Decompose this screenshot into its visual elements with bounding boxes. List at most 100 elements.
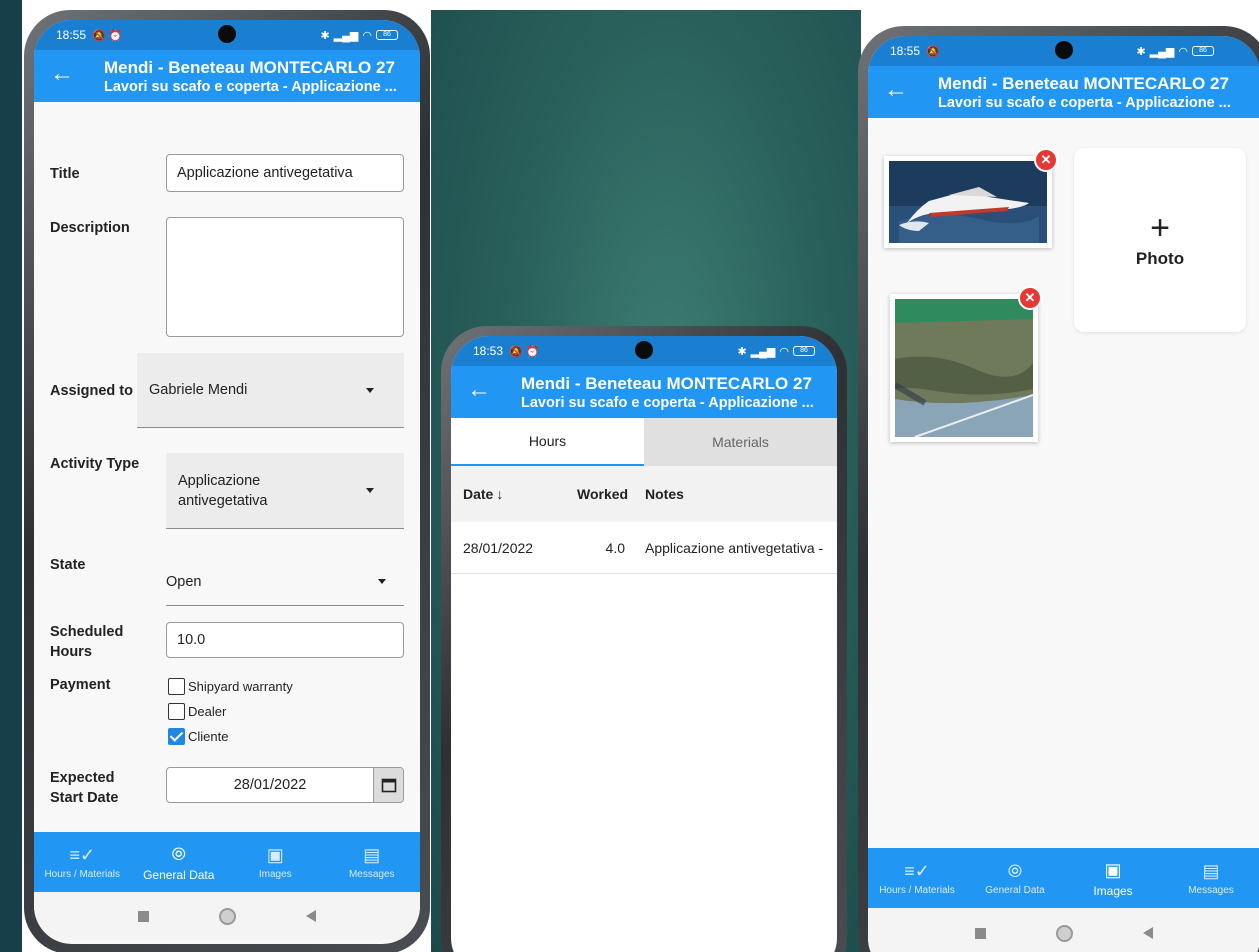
app-bar-title: Mendi - Beneteau MONTECARLO 27	[104, 58, 395, 77]
wifi-icon: ◠	[1178, 45, 1188, 58]
nav-label: General Data	[985, 885, 1045, 896]
nav-hours-materials[interactable]: ≡✓ Hours / Materials	[868, 848, 966, 908]
status-icons: ✱ ▂▄▆ ◠ 86	[737, 345, 815, 358]
column-worked: Worked	[577, 486, 629, 502]
payment-option-cliente[interactable]: Cliente	[168, 728, 228, 745]
recents-icon[interactable]	[138, 910, 149, 922]
back-arrow-icon[interactable]: ←	[467, 378, 491, 402]
image-icon: ▣	[1104, 859, 1122, 880]
title-input-value: Applicazione antivegetativa	[177, 165, 353, 181]
app-bar-subtitle: Lavori su scafo e coperta - Applicazione…	[521, 395, 814, 411]
back-arrow-icon[interactable]: ←	[50, 62, 74, 86]
nav-general-data[interactable]: ⦾ General Data	[966, 848, 1064, 908]
nav-label: General Data	[143, 867, 215, 882]
battery-icon: 86	[1192, 46, 1214, 56]
nav-label: Hours / Materials	[44, 869, 121, 880]
nav-messages[interactable]: ▤ Messages	[324, 832, 421, 892]
start-date-input[interactable]: 28/01/2022	[166, 767, 404, 803]
signal-icon: ▂▄▆	[750, 345, 776, 358]
bluetooth-icon: ✱	[1136, 45, 1146, 58]
caret-down-icon	[366, 387, 374, 393]
checklist-icon: ≡✓	[69, 845, 96, 865]
system-back-icon[interactable]	[306, 910, 316, 922]
scheduled-label-line1: Scheduled	[50, 624, 124, 640]
description-textarea[interactable]	[166, 217, 404, 337]
calendar-icon[interactable]	[373, 768, 403, 802]
boat-photo-image	[889, 161, 1047, 243]
checkbox-unchecked-icon[interactable]	[168, 703, 185, 720]
assigned-dropdown[interactable]: Gabriele Mendi	[137, 353, 404, 428]
scheduled-hours-input[interactable]: 10.0	[166, 622, 404, 658]
delete-photo-icon[interactable]: ✕	[1018, 286, 1042, 310]
status-time: 18:53	[473, 344, 504, 358]
nav-hours-materials[interactable]: ≡✓ Hours / Materials	[34, 832, 131, 892]
checkbox-checked-icon[interactable]	[168, 728, 185, 745]
hours-table-header: Date ↓ Worked Notes	[451, 466, 837, 522]
status-icons: ✱ ▂▄▆ ◠ 86	[320, 29, 398, 42]
nav-label: Images	[1093, 883, 1133, 898]
system-back-icon[interactable]	[1143, 927, 1153, 939]
message-icon: ▤	[363, 845, 381, 865]
tab-materials[interactable]: Materials	[644, 418, 837, 466]
battery-icon: 86	[376, 30, 398, 40]
home-icon[interactable]	[1056, 924, 1073, 942]
activity-type-value: Applicazione antivegetativa	[178, 471, 267, 511]
status-bar: 18:53 🔕 ⏰ ✱ ▂▄▆ ◠ 86	[451, 336, 837, 366]
screen-images: 18:55 🔕 ✱ ▂▄▆ ◠ 86 ← Mendi - Beneteau MO…	[868, 36, 1259, 952]
front-camera	[1055, 41, 1073, 59]
bluetooth-icon: ✱	[320, 29, 330, 42]
signal-tower-icon: ⦾	[171, 843, 186, 864]
status-icons: ✱ ▂▄▆ ◠ 86	[1136, 45, 1214, 58]
status-bar: 18:55 🔕 ✱ ▂▄▆ ◠ 86	[868, 36, 1259, 66]
wifi-icon: ◠	[779, 345, 789, 358]
payment-option-dealer[interactable]: Dealer	[168, 703, 226, 720]
bottom-navigation: ≡✓ Hours / Materials ⦾ General Data ▣ Im…	[34, 832, 420, 892]
add-photo-button[interactable]: + Photo	[1074, 148, 1246, 332]
home-icon[interactable]	[219, 907, 236, 925]
checkbox-unchecked-icon[interactable]	[168, 678, 185, 695]
back-arrow-icon[interactable]: ←	[884, 78, 908, 102]
caret-down-icon	[366, 488, 374, 493]
scheduled-hours-value: 10.0	[177, 632, 206, 648]
sort-arrow-down-icon: ↓	[496, 486, 504, 502]
tab-hours[interactable]: Hours	[451, 418, 644, 466]
activity-value-line1: Applicazione	[178, 472, 261, 489]
app-bar: ← Mendi - Beneteau MONTECARLO 27 Lavori …	[451, 366, 837, 418]
payment-option-label: Dealer	[188, 704, 227, 719]
photo-thumbnail-boat[interactable]: ✕	[884, 148, 1058, 248]
nav-general-data[interactable]: ⦾ General Data	[131, 832, 228, 892]
title-input[interactable]: Applicazione antivegetativa	[166, 154, 404, 192]
nav-images[interactable]: ▣ Images	[1064, 848, 1162, 908]
state-value: Open	[166, 573, 202, 590]
scheduled-label-line2: Hours	[50, 644, 92, 660]
phone-hours: 18:53 🔕 ⏰ ✱ ▂▄▆ ◠ 86 ← Mendi - Beneteau …	[441, 326, 847, 952]
assigned-value: Gabriele Mendi	[149, 382, 248, 398]
photo-thumbnail-hull[interactable]: ✕	[890, 286, 1042, 442]
checklist-icon: ≡✓	[904, 861, 930, 881]
add-photo-label: Photo	[1135, 249, 1185, 268]
payment-option-shipyard[interactable]: Shipyard warranty	[168, 678, 293, 695]
activity-type-dropdown[interactable]: Applicazione antivegetativa	[166, 453, 404, 529]
start-label-line2: Start Date	[50, 790, 119, 806]
system-navigation-bar	[34, 892, 420, 940]
hull-photo-image	[893, 299, 1034, 438]
state-dropdown[interactable]: Open	[166, 558, 404, 606]
nav-messages[interactable]: ▤ Messages	[1162, 848, 1259, 908]
nav-images[interactable]: ▣ Images	[227, 832, 324, 892]
column-date[interactable]: Date ↓	[463, 466, 503, 522]
app-bar-subtitle: Lavori su scafo e coperta - Applicazione…	[938, 95, 1231, 111]
table-row[interactable]: 28/01/2022 4.0 Applicazione antivegetati…	[451, 522, 837, 574]
plus-icon: +	[1150, 209, 1170, 247]
bluetooth-icon: ✱	[737, 345, 747, 358]
state-label: State	[50, 557, 86, 573]
screen-general-data: 18:55 🔕 ⏰ ✱ ▂▄▆ ◠ 86 ← Mendi - Beneteau …	[34, 20, 420, 944]
alarm-icon: 🔕 ⏰	[509, 345, 540, 358]
recents-icon[interactable]	[975, 927, 986, 939]
payment-option-label: Cliente	[188, 729, 229, 744]
row-worked: 4.0	[605, 539, 625, 556]
app-bar-title: Mendi - Beneteau MONTECARLO 27	[521, 374, 812, 393]
app-bar: ← Mendi - Beneteau MONTECARLO 27 Lavori …	[868, 66, 1259, 118]
status-bar: 18:55 🔕 ⏰ ✱ ▂▄▆ ◠ 86	[34, 20, 420, 50]
delete-photo-icon[interactable]: ✕	[1034, 148, 1058, 172]
app-bar-title: Mendi - Beneteau MONTECARLO 27	[938, 74, 1229, 93]
